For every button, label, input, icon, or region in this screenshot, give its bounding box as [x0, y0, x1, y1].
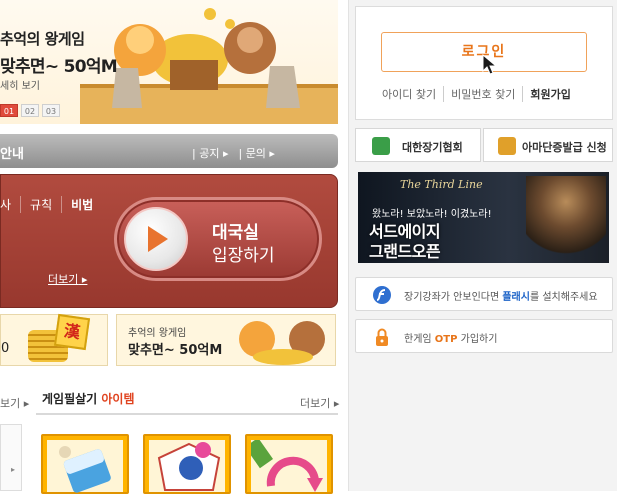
items-more-link[interactable]: 더보기 ▸ — [300, 395, 339, 411]
janggi-piece-icon — [157, 442, 221, 491]
amateur-rank-apply-button[interactable]: 아마단증발급 신청 — [483, 128, 613, 162]
items-section-title: 게임필살기 아이템 — [42, 390, 135, 407]
otp-signup-notice[interactable]: 한게임 OTP 가입하기 — [355, 319, 613, 353]
item-card-inner — [47, 440, 123, 493]
item-card-inner — [149, 440, 225, 492]
login-links: 아이디 찾기 비밀번호 찾기 회원가입 — [382, 86, 578, 102]
item-card-eraser[interactable] — [41, 434, 129, 494]
tab-rules[interactable]: 규칙 — [20, 196, 61, 213]
left-list-scroll[interactable] — [0, 424, 22, 491]
banner-subtitle: 맞추면~ 50억M — [0, 57, 118, 77]
flash-icon — [373, 286, 391, 304]
flash-install-notice[interactable]: 장기강좌가 안보인다면 플래시를 설치해주세요 — [355, 277, 613, 311]
items-title-plain: 게임필살기 — [42, 392, 98, 406]
otp-text-pre: 한게임 — [404, 334, 435, 345]
notice-link-inquiry[interactable]: | 문의 ▸ — [238, 145, 274, 161]
banner-pager: 01 02 03 — [0, 104, 60, 117]
notice-link-announcement[interactable]: | 공지 ▸ — [192, 145, 228, 161]
notice-link-label: 문의 — [245, 147, 266, 160]
tab-intro[interactable]: 사 — [0, 196, 20, 213]
otp-text-post: 가입하기 — [457, 334, 498, 345]
knight-character-illustration — [526, 176, 606, 262]
janggi-han-tile-icon: 漢 — [53, 313, 91, 351]
items-title-highlight: 아이템 — [101, 392, 135, 406]
korea-janggi-association-button[interactable]: 대한장기협회 — [355, 128, 481, 162]
signup-link[interactable]: 회원가입 — [522, 86, 577, 102]
ad-logo: The Third Line — [400, 178, 483, 191]
flash-text-post: 를 설치해주세요 — [529, 292, 598, 303]
eraser-icon — [59, 446, 111, 493]
notice-links: | 공지 ▸ | 문의 ▸ — [192, 145, 275, 161]
item-card-han-piece[interactable] — [143, 434, 231, 494]
flash-text-pre: 장기강좌가 안보인다면 — [404, 292, 503, 303]
mouse-cursor-icon — [482, 54, 498, 75]
enter-button-line1: 대국실 — [212, 223, 259, 243]
find-password-link[interactable]: 비밀번호 찾기 — [443, 86, 522, 102]
notice-title: 안내 — [0, 147, 24, 162]
han-char: 漢 — [62, 320, 82, 343]
more-label: 보기 — [0, 397, 21, 410]
scroll-right-arrow-icon[interactable]: ▸ — [11, 465, 15, 474]
flash-text-highlight: 플래시 — [502, 292, 530, 303]
main-promo-banner[interactable]: 추억의 왕게임 맞추면~ 50억M 세히 보기 01 02 03 — [0, 0, 338, 124]
more-label: 더보기 — [48, 273, 79, 286]
more-label: 더보기 — [300, 397, 331, 410]
section-divider — [36, 413, 338, 415]
banner-page-3[interactable]: 03 — [42, 104, 60, 117]
banner-title: 추억의 왕게임 — [0, 30, 85, 48]
game-panel-tabs: 사 규칙 비법 — [0, 196, 102, 213]
item-card-inner — [244, 437, 327, 492]
ad-open-text: 그랜드오픈 — [369, 242, 441, 261]
rank-apply-label: 아마단증발급 신청 — [522, 141, 607, 154]
promo-left-text: 0 — [1, 341, 10, 356]
tab-tips[interactable]: 비법 — [61, 196, 102, 213]
undo-arrow-icon — [244, 437, 323, 492]
notice-bar — [0, 134, 338, 168]
banner-detail-link[interactable]: 세히 보기 — [0, 77, 40, 92]
item-card-undo-event[interactable] — [244, 434, 333, 494]
flash-notice-text: 장기강좌가 안보인다면 플래시를 설치해주세요 — [404, 288, 598, 303]
promo-right-title: 추억의 왕게임 — [128, 328, 187, 339]
game-panel-more-link[interactable]: 더보기 ▸ — [48, 271, 87, 287]
lock-icon — [376, 328, 388, 346]
tiger-bear-mini-illustration — [239, 321, 325, 365]
enter-button-line2: 입장하기 — [212, 246, 275, 266]
banner-page-1[interactable]: 01 — [0, 104, 18, 117]
rank-certificate-icon — [498, 137, 516, 155]
janggi-association-icon — [372, 137, 390, 155]
otp-notice-text: 한게임 OTP 가입하기 — [404, 330, 497, 345]
notice-link-label: 공지 — [199, 147, 220, 160]
play-icon — [148, 226, 168, 252]
left-section-more-link[interactable]: 보기 ▸ — [0, 395, 29, 411]
find-id-link[interactable]: 아이디 찾기 — [382, 86, 443, 102]
tiger-bear-illustration — [80, 8, 338, 124]
banner-page-2[interactable]: 02 — [21, 104, 39, 117]
otp-text-highlight: OTP — [434, 334, 458, 345]
promo-right-subtitle: 맞추면~ 50억M — [128, 343, 223, 358]
association-label: 대한장기협회 — [402, 141, 463, 154]
